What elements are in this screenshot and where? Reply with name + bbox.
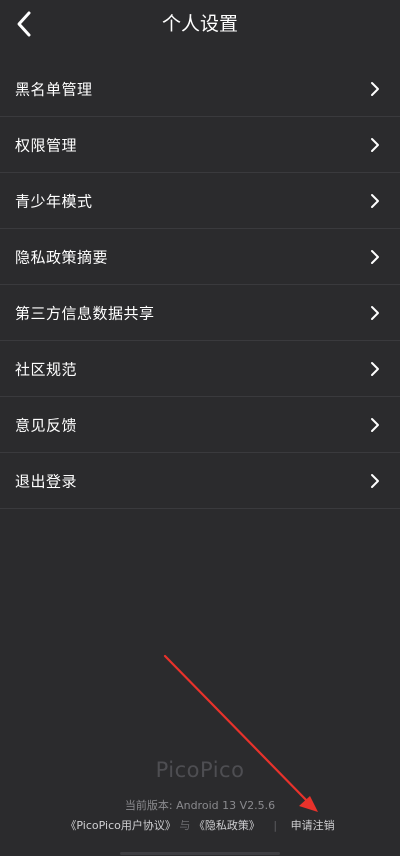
user-agreement-link[interactable]: 《PicoPico用户协议》 [65,819,175,832]
privacy-policy-link[interactable]: 《隐私政策》 [194,819,260,832]
menu-item-label: 第三方信息数据共享 [15,304,155,322]
chevron-right-icon [371,361,379,376]
menu-item-blacklist[interactable]: 黑名单管理 [0,62,400,117]
menu-item-logout[interactable]: 退出登录 [0,453,400,509]
link-separator: | [273,819,278,832]
menu-item-label: 隐私政策摘要 [15,248,109,266]
menu-item-third-party-sharing[interactable]: 第三方信息数据共享 [0,285,400,341]
app-logo: PicoPico [155,758,245,782]
conjunction-text: 与 [179,819,191,832]
header: 个人设置 [0,0,400,48]
chevron-right-icon [371,305,379,320]
chevron-right-icon [371,137,379,152]
menu-item-label: 权限管理 [15,136,78,154]
menu-item-community-rules[interactable]: 社区规范 [0,341,400,397]
home-indicator [120,852,280,855]
page-title: 个人设置 [161,13,238,35]
menu-item-label: 社区规范 [15,360,78,378]
chevron-right-icon [371,417,379,432]
menu-item-label: 青少年模式 [15,192,93,210]
menu-item-feedback[interactable]: 意见反馈 [0,397,400,453]
chevron-right-icon [371,249,379,264]
menu-item-permissions[interactable]: 权限管理 [0,117,400,173]
version-text: 当前版本: Android 13 V2.5.6 [124,799,276,812]
footer-links: 《PicoPico用户协议》 与 《隐私政策》 | 申请注销 [0,817,400,833]
chevron-right-icon [371,82,379,96]
menu-item-label: 退出登录 [15,472,78,490]
chevron-right-icon [371,193,379,208]
settings-menu: 黑名单管理 权限管理 青少年模式 隐私政策摘要 第三方信息数据共享 社区规范 意… [0,62,400,509]
menu-item-label: 黑名单管理 [15,80,93,99]
cancel-account-link[interactable]: 申请注销 [291,819,335,832]
menu-item-label: 意见反馈 [15,416,78,434]
menu-item-teen-mode[interactable]: 青少年模式 [0,173,400,229]
menu-item-privacy-summary[interactable]: 隐私政策摘要 [0,229,400,285]
chevron-right-icon [371,473,379,488]
